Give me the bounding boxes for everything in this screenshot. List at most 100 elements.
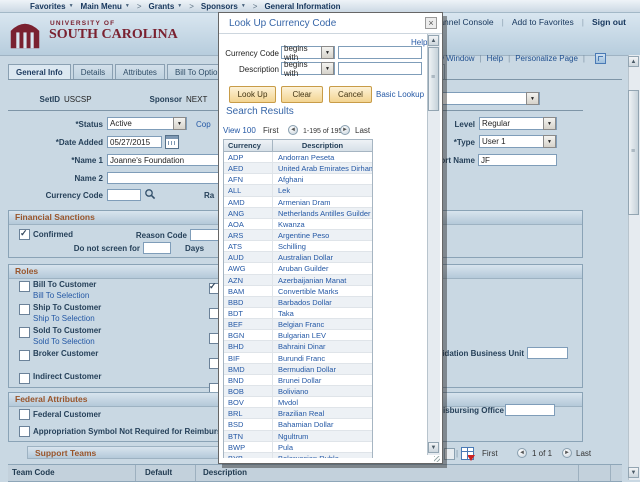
modal-scrollbar-thumb[interactable]	[428, 47, 439, 111]
dropdown-arrow-icon[interactable]: ▼	[321, 46, 334, 59]
currency-row[interactable]: BBD Barbados Dollar	[224, 297, 372, 308]
grid-next-icon[interactable]: ►	[562, 448, 572, 458]
currency-code-cell[interactable]: ARS	[224, 230, 273, 240]
currency-code-cell[interactable]: BOV	[224, 397, 273, 407]
short-name-input[interactable]	[478, 154, 557, 166]
role-selection-link[interactable]	[33, 359, 189, 370]
currency-description-cell[interactable]: Ngultrum	[273, 431, 372, 441]
currency-code-cell[interactable]: AUD	[224, 252, 273, 262]
currency-description-cell[interactable]: Mvdol	[273, 397, 372, 407]
dropdown-arrow-icon[interactable]: ▼	[173, 117, 186, 130]
tab[interactable]: Details	[73, 64, 113, 79]
grid-prev-icon[interactable]: ◄	[517, 448, 527, 458]
currency-code-cell[interactable]: BDT	[224, 308, 273, 318]
level-select[interactable]: Regular▼	[479, 117, 557, 130]
scroll-down-icon[interactable]: ▼	[628, 467, 639, 478]
currency-description-cell[interactable]: Bahamian Dollar	[273, 419, 372, 429]
modal-description-input[interactable]	[338, 62, 422, 75]
currency-row[interactable]: BOV Mvdol	[224, 397, 372, 408]
header-link[interactable]: Sign out	[574, 17, 626, 27]
currency-description-cell[interactable]: Belarussian Ruble	[273, 453, 372, 458]
currency-description-cell[interactable]: Belgian Franc	[273, 319, 372, 329]
breadcrumb-item[interactable]: General Information	[264, 2, 340, 11]
confirmed-checkbox[interactable]	[19, 229, 30, 240]
find-icon[interactable]	[444, 448, 455, 460]
date-added-input[interactable]	[107, 136, 162, 148]
currency-description-cell[interactable]: Kwanza	[273, 219, 372, 229]
currency-code-cell[interactable]: BSD	[224, 419, 273, 429]
currency-row[interactable]: ATS Schilling	[224, 241, 372, 252]
breadcrumb-item[interactable]: Main Menu ▼ >	[81, 2, 142, 11]
currency-description-cell[interactable]: Convertible Marks	[273, 286, 372, 296]
currency-row[interactable]: ANG Netherlands Antilles Guilder	[224, 208, 372, 219]
role-selection-link[interactable]: Ship To Selection	[33, 313, 189, 324]
basic-lookup-link[interactable]: Basic Lookup	[376, 90, 424, 100]
consolidation-input[interactable]	[527, 347, 568, 359]
currency-description-cell[interactable]: Bulgarian LEV	[273, 330, 372, 340]
currency-description-cell[interactable]: Bahraini Dinar	[273, 341, 372, 351]
role-checkbox[interactable]	[19, 327, 30, 338]
currency-row[interactable]: BOB Boliviano	[224, 386, 372, 397]
modal-currency-code-input[interactable]	[338, 46, 422, 59]
currency-description-cell[interactable]: Brazilian Real	[273, 408, 372, 418]
currency-code-cell[interactable]: BTN	[224, 431, 273, 441]
role-selection-link[interactable]: Bill To Selection	[33, 290, 189, 301]
currency-description-cell[interactable]: Aruban Guilder	[273, 263, 372, 273]
currency-code-cell[interactable]: BAM	[224, 286, 273, 296]
close-icon[interactable]: ×	[425, 17, 437, 29]
multichannel-console-icon[interactable]	[595, 53, 606, 64]
currency-row[interactable]: BTN Ngultrum	[224, 431, 372, 442]
currency-row[interactable]: AMD Armenian Dram	[224, 197, 372, 208]
currency-code-cell[interactable]: AZN	[224, 275, 273, 285]
currency-code-cell[interactable]: BBD	[224, 297, 273, 307]
scroll-up-icon[interactable]: ▲	[628, 56, 639, 67]
currency-row[interactable]: BMD Bermudian Dollar	[224, 364, 372, 375]
currency-code-cell[interactable]: BMD	[224, 364, 273, 374]
currency-code-cell[interactable]: BEF	[224, 319, 273, 329]
currency-code-cell[interactable]: ANG	[224, 208, 273, 218]
lookup-magnifier-icon[interactable]	[144, 188, 156, 200]
breadcrumb-item[interactable]: Sponsors ▼ >	[201, 2, 258, 11]
currency-row[interactable]: BYB Belarussian Ruble	[224, 453, 372, 458]
currency-row[interactable]: BDT Taka	[224, 308, 372, 319]
role-checkbox[interactable]	[19, 304, 30, 315]
currency-code-cell[interactable]: BGN	[224, 330, 273, 340]
currency-code-cell[interactable]: AOA	[224, 219, 273, 229]
results-next-icon[interactable]: ►	[340, 125, 350, 135]
results-last-label[interactable]: Last	[355, 126, 370, 136]
role-checkbox[interactable]	[19, 281, 30, 292]
currency-code-cell[interactable]: BWP	[224, 442, 273, 452]
name1-input[interactable]	[107, 154, 219, 166]
currency-description-cell[interactable]: Barbados Dollar	[273, 297, 372, 307]
currency-row[interactable]: BWP Pula	[224, 442, 372, 453]
currency-code-cell[interactable]: ALL	[224, 185, 273, 195]
resize-grip[interactable]	[434, 456, 440, 462]
unlabeled-select[interactable]: ▼	[441, 92, 540, 105]
appropriation-checkbox[interactable]	[19, 426, 30, 437]
currency-description-cell[interactable]: Pula	[273, 442, 372, 452]
copy-link-fragment[interactable]: Cop	[196, 120, 211, 130]
currency-description-cell[interactable]: Netherlands Antilles Guilder	[273, 208, 372, 218]
currency-code-cell[interactable]: AWG	[224, 263, 273, 273]
currency-row[interactable]: BND Brunei Dollar	[224, 375, 372, 386]
currency-description-cell[interactable]: Brunei Dollar	[273, 375, 372, 385]
currency-code-cell[interactable]: ADP	[224, 152, 273, 162]
federal-customer-checkbox[interactable]	[19, 409, 30, 420]
disbursing-office-input[interactable]	[505, 404, 555, 416]
currency-row[interactable]: AED United Arab Emirates Dirham	[224, 163, 372, 174]
currency-description-cell[interactable]: Lek	[273, 185, 372, 195]
calendar-icon[interactable]	[165, 135, 179, 149]
currency-row[interactable]: ARS Argentine Peso	[224, 230, 372, 241]
header-link[interactable]: Add to Favorites	[494, 17, 574, 27]
currency-row[interactable]: AWG Aruban Guilder	[224, 263, 372, 274]
currency-description-cell[interactable]: Andorran Peseta	[273, 152, 372, 162]
type-select[interactable]: User 1▼	[479, 135, 557, 148]
currency-code-operator-select[interactable]: begins with▼	[281, 46, 335, 59]
dropdown-arrow-icon[interactable]: ▼	[543, 135, 556, 148]
modal-scroll-down-icon[interactable]: ▼	[428, 442, 439, 453]
dropdown-arrow-icon[interactable]: ▼	[321, 62, 334, 75]
currency-description-cell[interactable]: Boliviano	[273, 386, 372, 396]
cancel-button[interactable]: Cancel	[329, 86, 372, 103]
currency-row[interactable]: BHD Bahraini Dinar	[224, 341, 372, 352]
currency-description-cell[interactable]: Argentine Peso	[273, 230, 372, 240]
